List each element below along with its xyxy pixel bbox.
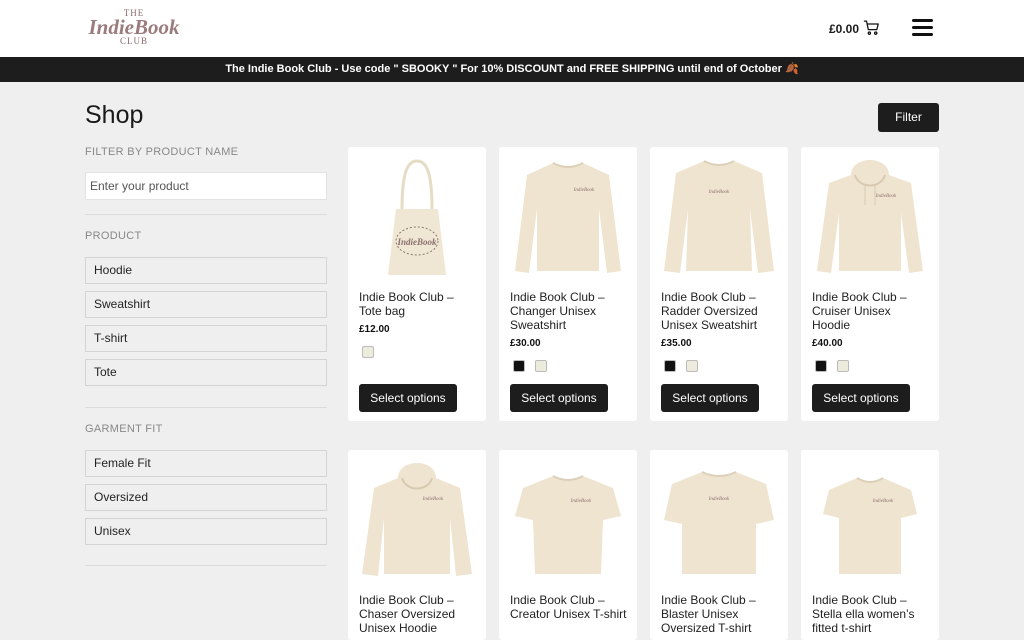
product-price: £30.00 (510, 338, 541, 349)
product-image-fitted-t-shirt[interactable]: IndieBook (811, 456, 929, 580)
filter-option-t-shirt[interactable]: T-shirt (85, 325, 327, 352)
garment-fit-heading: GARMENT FIT (85, 423, 163, 435)
product-name[interactable]: Indie Book Club – Changer Unisex Sweatsh… (510, 290, 628, 332)
product-card[interactable]: IndieBook Indie Book Club – Stella ella … (801, 450, 939, 640)
logo-brand: IndieBook (88, 15, 180, 39)
product-search-input[interactable]: Enter your product (85, 172, 327, 200)
filter-by-name-heading: FILTER BY PRODUCT NAME (85, 146, 239, 158)
cart-button[interactable]: £0.00 (829, 20, 880, 38)
product-price: £12.00 (359, 324, 390, 335)
black-color-swatch[interactable] (513, 360, 525, 372)
site-logo[interactable]: THE IndieBook CLUB (86, 9, 182, 49)
product-card[interactable]: IndieBook Indie Book Club – Creator Unis… (499, 450, 637, 640)
product-filter-heading: PRODUCT (85, 230, 142, 242)
filter-option-unisex[interactable]: Unisex (85, 518, 327, 545)
select-options-button[interactable]: Select options (359, 384, 457, 412)
product-name[interactable]: Indie Book Club – Cruiser Unisex Hoodie (812, 290, 930, 332)
product-name[interactable]: Indie Book Club – Stella ella women’s fi… (812, 593, 930, 635)
product-card[interactable]: IndieBook Indie Book Club – Tote bag £12… (348, 147, 486, 421)
filter-option-tote[interactable]: Tote (85, 359, 327, 386)
svg-text:IndieBook: IndieBook (422, 497, 444, 502)
sidebar-divider (85, 565, 327, 566)
filter-option-sweatshirt[interactable]: Sweatshirt (85, 291, 327, 318)
page-title: Shop (85, 101, 144, 129)
svg-text:IndieBook: IndieBook (396, 237, 437, 247)
filter-button[interactable]: Filter (878, 103, 939, 132)
select-options-button[interactable]: Select options (510, 384, 608, 412)
product-card[interactable]: IndieBook Indie Book Club – Cruiser Unis… (801, 147, 939, 421)
product-image-t-shirt[interactable]: IndieBook (509, 456, 627, 580)
filter-option-female-fit[interactable]: Female Fit (85, 450, 327, 477)
product-image-hoodie[interactable]: IndieBook (811, 153, 929, 277)
product-image-oversized-t-shirt[interactable]: IndieBook (660, 456, 778, 580)
svg-text:IndieBook: IndieBook (708, 190, 730, 195)
hamburger-menu-icon[interactable] (912, 19, 933, 37)
product-name[interactable]: Indie Book Club – Radder Oversized Unise… (661, 290, 779, 332)
natural-color-swatch[interactable] (535, 360, 547, 372)
svg-text:IndieBook: IndieBook (570, 499, 592, 504)
natural-color-swatch[interactable] (362, 346, 374, 358)
svg-text:IndieBook: IndieBook (872, 499, 894, 504)
svg-text:IndieBook: IndieBook (708, 497, 730, 502)
product-card[interactable]: IndieBook Indie Book Club – Radder Overs… (650, 147, 788, 421)
promo-banner: The Indie Book Club - Use code " SBOOKY … (0, 57, 1024, 82)
product-image-oversized-hoodie[interactable]: IndieBook (358, 456, 476, 580)
product-image-tote-bag[interactable]: IndieBook (358, 153, 476, 277)
cart-icon (863, 19, 880, 39)
sidebar-divider (85, 407, 327, 408)
product-image-oversized-sweatshirt[interactable]: IndieBook (660, 153, 778, 277)
svg-text:IndieBook: IndieBook (875, 194, 897, 199)
site-header: THE IndieBook CLUB £0.00 (0, 0, 1024, 57)
product-name[interactable]: Indie Book Club – Tote bag (359, 290, 477, 318)
product-price: £40.00 (812, 338, 843, 349)
product-card[interactable]: IndieBook Indie Book Club – Changer Unis… (499, 147, 637, 421)
product-card[interactable]: IndieBook Indie Book Club – Chaser Overs… (348, 450, 486, 640)
cart-total: £0.00 (829, 22, 860, 36)
product-name[interactable]: Indie Book Club – Creator Unisex T-shirt (510, 593, 628, 621)
black-color-swatch[interactable] (815, 360, 827, 372)
filter-option-hoodie[interactable]: Hoodie (85, 257, 327, 284)
black-color-swatch[interactable] (664, 360, 676, 372)
svg-text:IndieBook: IndieBook (573, 188, 595, 193)
product-card[interactable]: IndieBook Indie Book Club – Blaster Unis… (650, 450, 788, 640)
select-options-button[interactable]: Select options (812, 384, 910, 412)
natural-color-swatch[interactable] (686, 360, 698, 372)
select-options-button[interactable]: Select options (661, 384, 759, 412)
product-name[interactable]: Indie Book Club – Chaser Oversized Unise… (359, 593, 477, 635)
natural-color-swatch[interactable] (837, 360, 849, 372)
sidebar-divider (85, 214, 327, 215)
product-image-sweatshirt[interactable]: IndieBook (509, 153, 627, 277)
product-name[interactable]: Indie Book Club – Blaster Unisex Oversiz… (661, 593, 779, 635)
filter-option-oversized[interactable]: Oversized (85, 484, 327, 511)
product-price: £35.00 (661, 338, 692, 349)
